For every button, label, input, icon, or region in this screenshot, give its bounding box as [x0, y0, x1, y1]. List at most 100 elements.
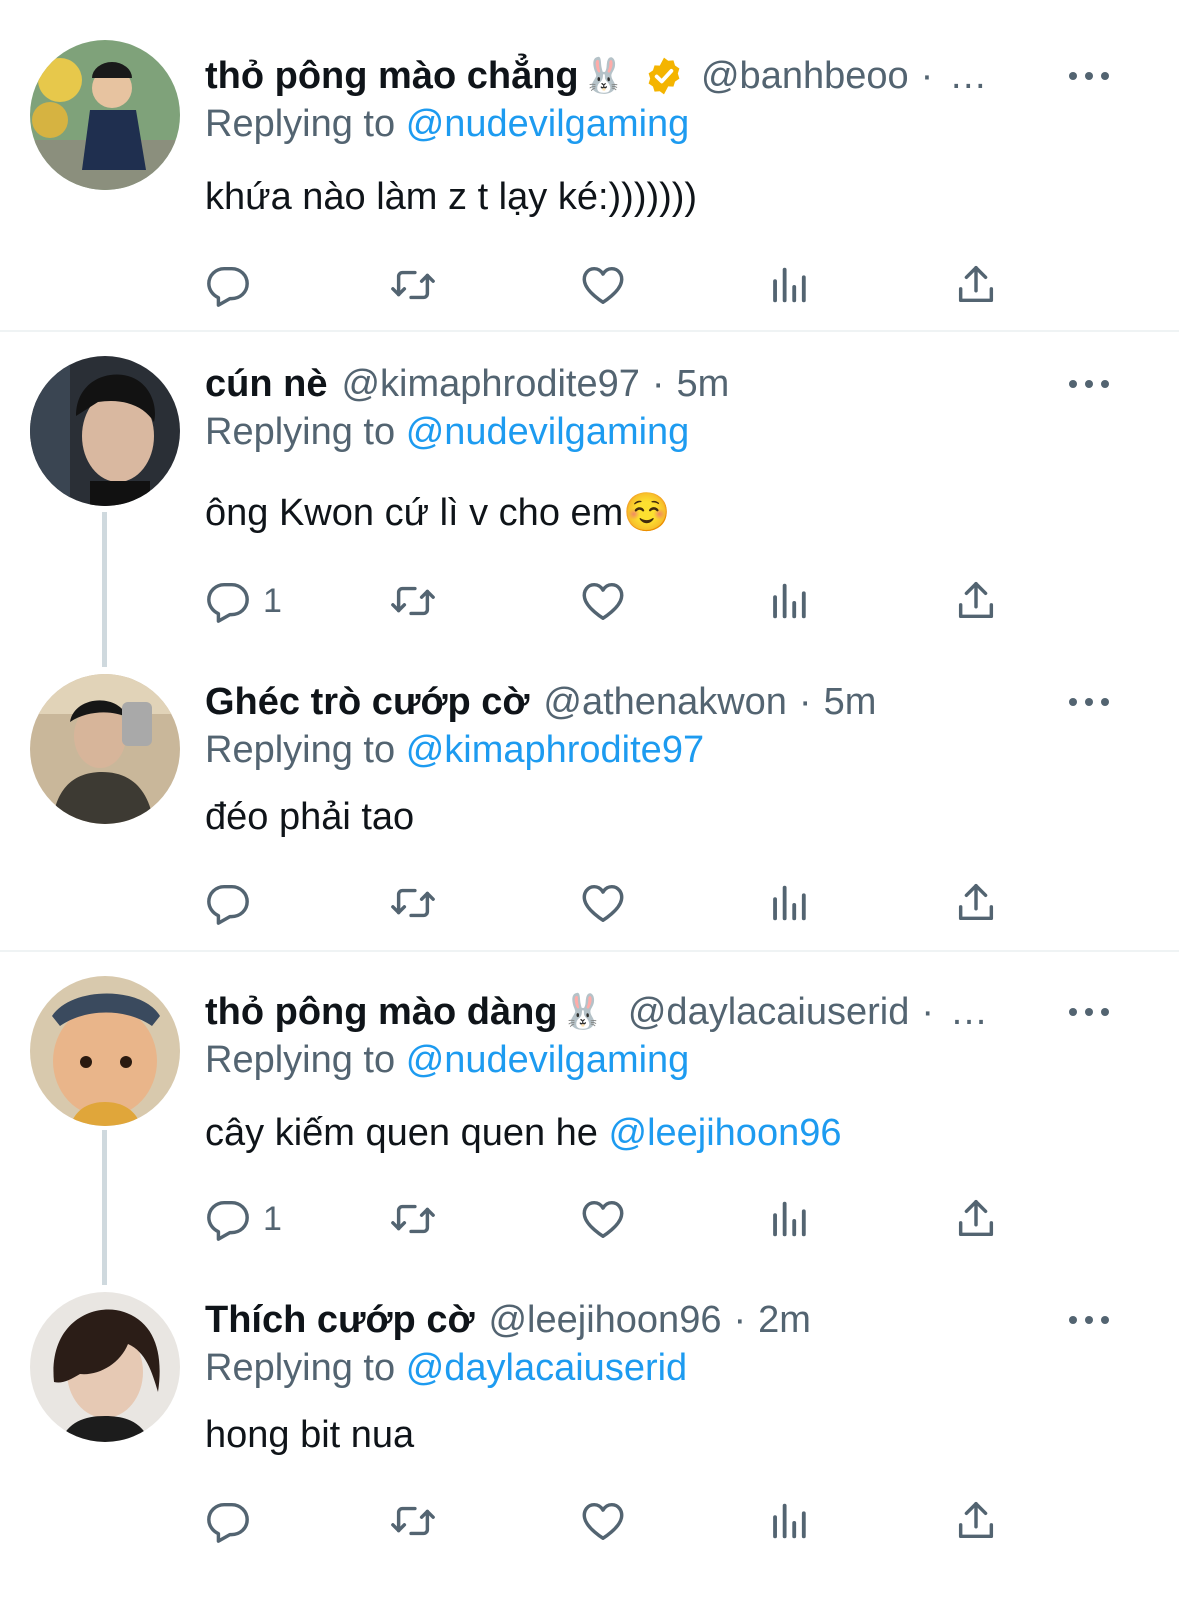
share-button[interactable] [953, 576, 999, 626]
display-name[interactable]: cún nè [205, 354, 327, 414]
timestamp[interactable]: 2m [758, 1290, 811, 1350]
like-button[interactable] [580, 1194, 626, 1244]
handle[interactable]: @athenakwon [543, 672, 787, 732]
replying-to-link[interactable]: @daylacaiuserid [406, 1347, 688, 1389]
tweet[interactable]: cún nè @kimaphrodite97 · 5m Replying to … [0, 354, 1179, 644]
reply-icon [205, 1498, 251, 1544]
replying-to: Replying to @nudevilgaming [205, 1034, 689, 1086]
views-icon [767, 1498, 813, 1544]
replying-to: Replying to @nudevilgaming [205, 406, 689, 458]
like-button[interactable] [580, 1496, 626, 1546]
tweet-text: hong bit nua [205, 1414, 415, 1456]
handle[interactable]: @leejihoon96 [488, 1290, 721, 1350]
dot-separator: · [733, 1299, 747, 1341]
handle[interactable]: @banhbeoo [701, 46, 909, 106]
like-button[interactable] [580, 878, 626, 928]
tweet[interactable]: thỏ pông mào chẳng 🐰 @banhbeoo · … Reply… [0, 40, 1179, 306]
share-icon [953, 1196, 999, 1242]
timestamp[interactable]: 5m [824, 672, 877, 732]
avatar[interactable] [30, 356, 180, 506]
retweet-button[interactable] [390, 878, 436, 928]
replying-to-link[interactable]: @nudevilgaming [406, 1039, 690, 1081]
replying-to-link[interactable]: @nudevilgaming [406, 103, 690, 145]
more-icon[interactable] [1069, 998, 1109, 1026]
retweet-icon [390, 578, 436, 624]
more-icon[interactable] [1069, 688, 1109, 716]
like-icon [580, 1498, 626, 1544]
reply-button[interactable] [205, 1496, 251, 1546]
display-name[interactable]: Ghéc trò cướp cờ [205, 672, 529, 732]
retweet-button[interactable] [390, 576, 436, 626]
dot-separator: · [920, 55, 934, 97]
share-icon [953, 578, 999, 624]
timestamp[interactable]: 5m [677, 354, 730, 414]
replying-to-link[interactable]: @nudevilgaming [406, 411, 690, 453]
reply-icon [205, 880, 251, 926]
share-button[interactable] [953, 1194, 999, 1244]
action-bar: 1 [205, 576, 1005, 626]
tweet-header: Ghéc trò cướp cờ @athenakwon · 5m [205, 672, 1179, 732]
more-icon[interactable] [1069, 62, 1109, 90]
action-bar: 1 [205, 1194, 1005, 1244]
reply-button[interactable] [205, 260, 251, 310]
share-button[interactable] [953, 1496, 999, 1546]
reply-button[interactable]: 1 [205, 1194, 282, 1244]
reply-icon [205, 1196, 251, 1242]
divider [0, 950, 1179, 952]
reply-count: 1 [263, 1199, 282, 1238]
replying-label: Replying to [205, 1347, 396, 1389]
avatar[interactable] [30, 1292, 180, 1442]
views-icon [767, 578, 813, 624]
reply-button[interactable]: 1 [205, 576, 282, 626]
retweet-button[interactable] [390, 1194, 436, 1244]
reply-count: 1 [263, 581, 282, 620]
views-icon [767, 262, 813, 308]
display-name[interactable]: thỏ pông mào chẳng [205, 46, 579, 106]
avatar[interactable] [30, 674, 180, 824]
replying-to: Replying to @kimaphrodite97 [205, 724, 704, 776]
retweet-button[interactable] [390, 260, 436, 310]
retweet-icon [390, 262, 436, 308]
rabbit-emoji: 🐰 [561, 993, 604, 1031]
time-truncated: … [949, 55, 988, 97]
divider [0, 330, 1179, 332]
dot-separator: · [921, 991, 935, 1033]
tweet-text: đéo phải tao [205, 796, 415, 838]
share-icon [953, 880, 999, 926]
display-name[interactable]: thỏ pông mào dàng [205, 982, 558, 1042]
share-button[interactable] [953, 260, 999, 310]
tweet-header: thỏ pông mào dàng 🐰 @daylacaiuserid · … [205, 982, 1179, 1042]
tweet-header: Thích cướp cờ @leejihoon96 · 2m [205, 1290, 1179, 1350]
reply-icon [205, 262, 251, 308]
avatar[interactable] [30, 976, 180, 1126]
display-name[interactable]: Thích cướp cờ [205, 1290, 474, 1350]
views-button[interactable] [767, 878, 813, 928]
handle[interactable]: @daylacaiuserid [628, 982, 910, 1042]
tweet[interactable]: thỏ pông mào dàng 🐰 @daylacaiuserid · … … [0, 976, 1179, 1272]
retweet-icon [390, 880, 436, 926]
replying-label: Replying to [205, 411, 396, 453]
reply-button[interactable] [205, 878, 251, 928]
replying-label: Replying to [205, 1039, 396, 1081]
views-button[interactable] [767, 260, 813, 310]
like-button[interactable] [580, 260, 626, 310]
views-button[interactable] [767, 1496, 813, 1546]
mention-link[interactable]: @leejihoon96 [609, 1112, 842, 1154]
replying-to: Replying to @daylacaiuserid [205, 1342, 687, 1394]
views-button[interactable] [767, 1194, 813, 1244]
views-button[interactable] [767, 576, 813, 626]
retweet-button[interactable] [390, 1496, 436, 1546]
action-bar [205, 260, 1005, 310]
tweet[interactable]: Ghéc trò cướp cờ @athenakwon · 5m Replyi… [0, 672, 1179, 942]
handle[interactable]: @kimaphrodite97 [341, 354, 639, 414]
retweet-icon [390, 1498, 436, 1544]
share-button[interactable] [953, 878, 999, 928]
tweet[interactable]: Thích cướp cờ @leejihoon96 · 2m Replying… [0, 1290, 1179, 1580]
like-icon [580, 578, 626, 624]
like-button[interactable] [580, 576, 626, 626]
more-icon[interactable] [1069, 1306, 1109, 1334]
more-icon[interactable] [1069, 370, 1109, 398]
avatar[interactable] [30, 40, 180, 190]
replying-to-link[interactable]: @kimaphrodite97 [406, 729, 704, 771]
like-icon [580, 262, 626, 308]
